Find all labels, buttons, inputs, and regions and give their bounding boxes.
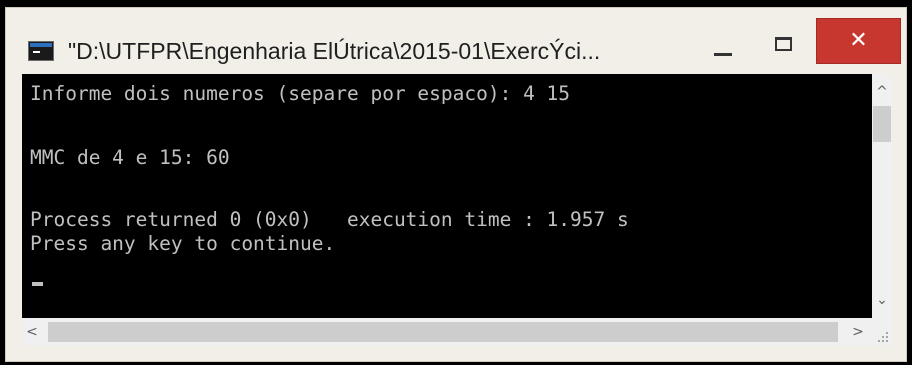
console-app-icon[interactable] xyxy=(28,41,54,61)
close-button[interactable]: ✕ xyxy=(816,18,901,64)
scroll-down-arrow-icon[interactable]: ⌄ xyxy=(872,290,892,310)
console-line-prompt: Informe dois numeros (separe por espaco)… xyxy=(30,82,571,105)
grip-dot xyxy=(878,340,880,342)
minimize-button[interactable] xyxy=(704,28,744,66)
grip-dot xyxy=(882,336,884,338)
console-line-press-key: Press any key to continue. xyxy=(30,232,336,255)
window-title: "D:\UTFPR\Engenharia ElÚtrica\2015-01\Ex… xyxy=(68,38,601,64)
screenshot-frame: "D:\UTFPR\Engenharia ElÚtrica\2015-01\Ex… xyxy=(0,0,912,365)
vertical-scrollbar[interactable]: ^ ⌄ xyxy=(872,74,892,318)
scroll-left-arrow-icon[interactable]: < xyxy=(22,322,42,342)
console-line-process-returned: Process returned 0 (0x0) execution time … xyxy=(30,208,629,231)
title-bar[interactable]: "D:\UTFPR\Engenharia ElÚtrica\2015-01\Ex… xyxy=(6,8,906,82)
grip-dot xyxy=(886,340,888,342)
horizontal-scrollbar[interactable]: < > xyxy=(22,318,872,346)
text-cursor xyxy=(32,282,43,286)
grip-dot xyxy=(886,336,888,338)
scroll-up-arrow-icon[interactable]: ^ xyxy=(872,82,892,102)
grip-dot xyxy=(882,340,884,342)
console-window: "D:\UTFPR\Engenharia ElÚtrica\2015-01\Ex… xyxy=(5,7,907,362)
scroll-right-arrow-icon[interactable]: > xyxy=(848,322,868,342)
maximize-button[interactable] xyxy=(764,28,804,66)
console-line-result: MMC de 4 e 15: 60 xyxy=(30,146,230,169)
vertical-scroll-thumb[interactable] xyxy=(873,106,891,142)
console-output[interactable]: Informe dois numeros (separe por espaco)… xyxy=(22,74,872,318)
grip-dot xyxy=(886,332,888,334)
close-icon: ✕ xyxy=(849,28,868,53)
resize-grip[interactable] xyxy=(872,318,892,346)
horizontal-scroll-thumb[interactable] xyxy=(48,322,838,342)
